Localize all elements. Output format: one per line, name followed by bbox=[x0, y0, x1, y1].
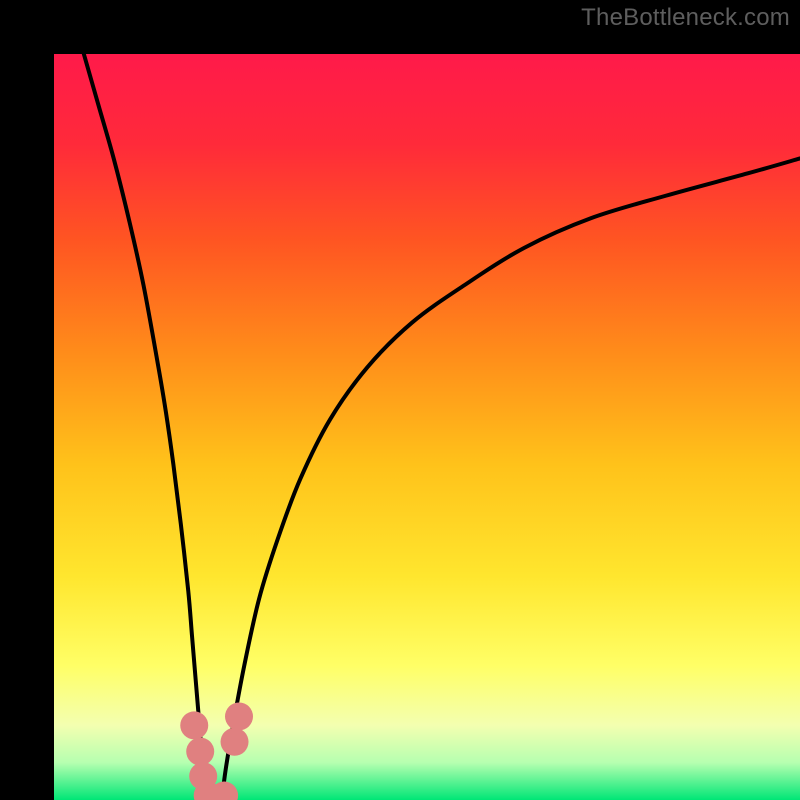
data-marker bbox=[186, 738, 214, 766]
chart-plot-area bbox=[54, 54, 800, 800]
chart-svg bbox=[54, 54, 800, 800]
data-marker bbox=[180, 711, 208, 739]
data-marker bbox=[221, 728, 249, 756]
chart-frame bbox=[0, 0, 800, 800]
data-marker bbox=[225, 702, 253, 730]
watermark-label: TheBottleneck.com bbox=[581, 4, 790, 32]
gradient-background bbox=[54, 54, 800, 800]
